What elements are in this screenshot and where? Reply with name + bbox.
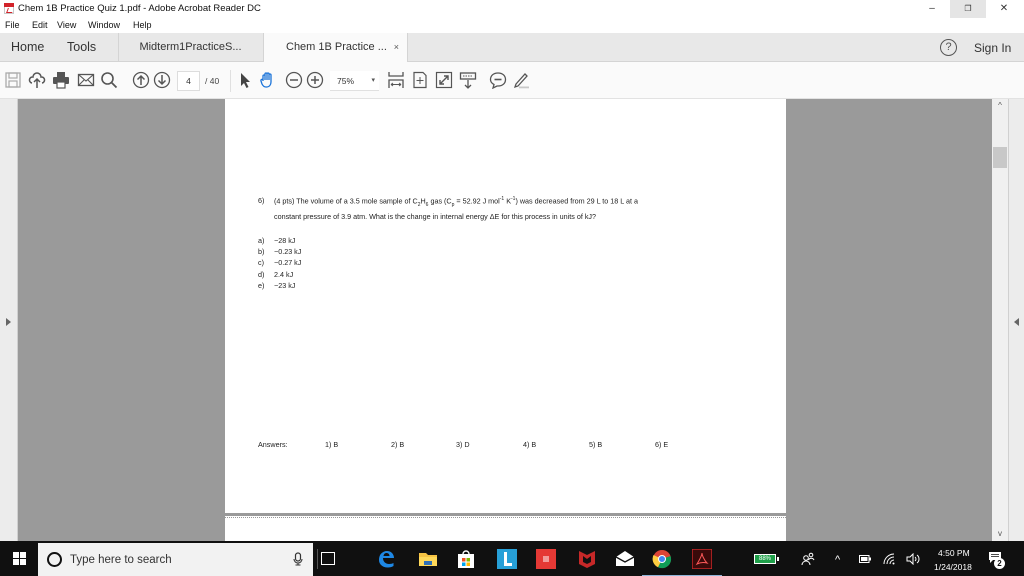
fit-page-icon[interactable] xyxy=(411,71,429,89)
show-hidden-icons-chevron[interactable]: ^ xyxy=(835,554,840,566)
tab-bar: Home Tools Midterm1PracticeS... Chem 1B … xyxy=(0,33,1024,63)
fit-width-icon[interactable] xyxy=(387,71,405,89)
save-icon[interactable] xyxy=(4,71,22,89)
answer-choices: a) −28 kJ b) −0.23 kJ c) −0.27 kJ d) 2.4 kJ … xyxy=(258,236,301,292)
notification-count-badge: 2 xyxy=(994,558,1005,569)
choice-c: c) −0.27 kJ xyxy=(258,258,302,268)
email-icon[interactable] xyxy=(77,71,95,89)
zoom-out-icon[interactable] xyxy=(285,71,303,89)
scrollbar-thumb[interactable] xyxy=(993,147,1007,168)
sign-in-link[interactable]: Sign In xyxy=(974,41,1011,55)
store-icon[interactable] xyxy=(456,549,476,569)
title-bar: Chem 1B Practice Quiz 1.pdf - Adobe Acro… xyxy=(0,0,1024,18)
search-icon[interactable] xyxy=(100,71,118,89)
zoom-level-value: 75% xyxy=(337,76,355,86)
select-arrow-icon[interactable] xyxy=(236,71,254,89)
highlight-pen-icon[interactable] xyxy=(512,71,530,89)
zoom-level-dropdown[interactable]: 75% ▾ xyxy=(330,71,379,91)
menu-file[interactable]: File xyxy=(5,20,20,30)
tab-label: Chem 1B Practice ... xyxy=(286,41,387,53)
acrobat-app-icon xyxy=(4,3,14,14)
task-view-icon[interactable] xyxy=(321,552,335,565)
expand-left-panel-icon[interactable] xyxy=(6,318,11,326)
comment-icon[interactable] xyxy=(489,71,507,89)
choice-e: e) −23 kJ xyxy=(258,280,296,290)
scroll-down-icon[interactable]: v xyxy=(992,529,1008,541)
menu-view[interactable]: View xyxy=(57,20,76,30)
close-button[interactable]: ✕ xyxy=(986,0,1022,18)
question-number: 6) xyxy=(258,196,265,205)
menu-window[interactable]: Window xyxy=(88,20,120,30)
answers-label: Answers: xyxy=(258,440,288,449)
clock-time[interactable]: 4:50 PM xyxy=(938,548,970,558)
answer-key-item: 1) B xyxy=(325,440,339,449)
pdf-page: 6) (4 pts) The volume of a 3.5 mole samp… xyxy=(225,99,786,513)
app-l-icon[interactable] xyxy=(497,549,517,569)
restore-button[interactable]: ❐ xyxy=(950,0,986,18)
edge-icon[interactable] xyxy=(376,549,396,569)
tab-tools[interactable]: Tools xyxy=(67,40,96,54)
cortana-icon xyxy=(47,552,62,567)
right-panel-toggle[interactable] xyxy=(1008,99,1024,541)
minimize-button[interactable]: – xyxy=(914,0,950,18)
answer-key-item: 2) B xyxy=(391,440,405,449)
menu-help[interactable]: Help xyxy=(133,20,152,30)
page-total: / 40 xyxy=(205,76,220,86)
clock-date[interactable]: 1/24/2018 xyxy=(934,562,972,572)
answer-key-item: 5) B xyxy=(589,440,603,449)
answer-key-item: 3) D xyxy=(456,440,470,449)
people-icon[interactable] xyxy=(801,552,815,569)
tab-chem-1b-practice[interactable]: Chem 1B Practice ... × xyxy=(263,33,408,63)
vertical-scrollbar[interactable]: ^ v xyxy=(992,99,1008,541)
choice-a: a) −28 kJ xyxy=(258,236,296,245)
mail-icon[interactable] xyxy=(615,549,635,569)
tab-close-icon[interactable]: × xyxy=(394,33,399,62)
hand-tool-icon[interactable] xyxy=(259,71,277,89)
answer-key-item: 6) E xyxy=(655,440,669,449)
microphone-icon[interactable] xyxy=(293,552,303,569)
chrome-icon[interactable] xyxy=(642,549,682,576)
windows-logo-icon xyxy=(13,552,26,565)
chevron-down-icon: ▾ xyxy=(371,77,375,84)
taskbar-search-input[interactable]: Type here to search xyxy=(38,543,313,576)
tab-midterm1-practice[interactable]: Midterm1PracticeS... xyxy=(118,33,262,62)
tab-home[interactable]: Home xyxy=(11,40,44,54)
full-screen-icon[interactable] xyxy=(435,71,453,89)
answer-key-item: 4) B xyxy=(523,440,537,449)
question-text-line2: constant pressure of 3.9 atm. What is th… xyxy=(274,212,597,221)
menu-edit[interactable]: Edit xyxy=(32,20,48,30)
left-panel-toggle[interactable] xyxy=(0,99,18,541)
tab-label: Midterm1PracticeS... xyxy=(139,41,242,53)
volume-icon[interactable] xyxy=(906,552,920,567)
print-icon[interactable] xyxy=(52,71,70,89)
zoom-in-icon[interactable] xyxy=(306,71,324,89)
page-up-icon[interactable] xyxy=(132,71,150,89)
battery-saver-icon[interactable] xyxy=(859,555,871,565)
question-text-line1: (4 pts) The volume of a 3.5 mole sample … xyxy=(274,196,638,208)
page-down-icon[interactable] xyxy=(153,71,171,89)
toolbar-divider xyxy=(230,70,231,92)
choice-b: b) −0.23 kJ xyxy=(258,247,302,257)
window-title: Chem 1B Practice Quiz 1.pdf - Adobe Acro… xyxy=(18,3,261,14)
upload-cloud-icon[interactable] xyxy=(28,71,46,89)
mcafee-icon[interactable] xyxy=(577,549,597,569)
start-button[interactable] xyxy=(0,541,38,576)
red-app-icon[interactable] xyxy=(536,549,556,569)
menu-bar: File Edit View Window Help xyxy=(0,18,1024,33)
search-placeholder: Type here to search xyxy=(70,554,172,566)
scroll-up-icon[interactable]: ^ xyxy=(992,99,1008,111)
document-viewport: 6) (4 pts) The volume of a 3.5 mole samp… xyxy=(0,99,1024,546)
page-number-input[interactable]: 4 xyxy=(177,71,200,91)
acrobat-icon[interactable] xyxy=(682,548,722,576)
windows-taskbar: Type here to search 88% ^ 4:50 PM 1/24/2… xyxy=(0,541,1024,576)
read-mode-icon[interactable] xyxy=(459,71,477,89)
toolbar: 4 / 40 75% ▾ xyxy=(0,62,1024,99)
expand-right-panel-icon[interactable] xyxy=(1014,318,1019,326)
wifi-icon[interactable] xyxy=(883,553,895,567)
help-icon[interactable]: ? xyxy=(940,39,957,56)
choice-d: d) 2.4 kJ xyxy=(258,269,294,279)
file-explorer-icon[interactable] xyxy=(418,549,438,569)
battery-indicator[interactable]: 88% xyxy=(754,554,779,564)
